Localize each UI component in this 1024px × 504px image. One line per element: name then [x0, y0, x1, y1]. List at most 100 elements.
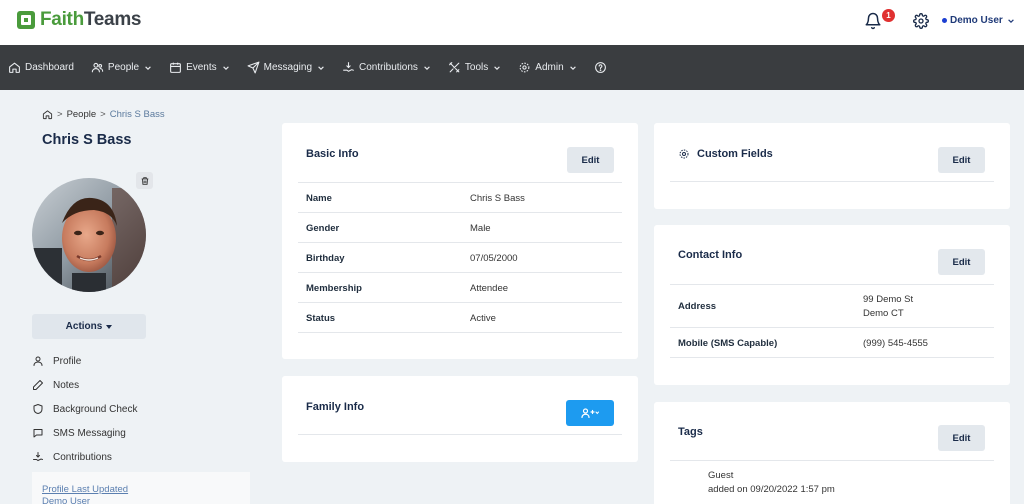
- help-icon: [594, 62, 606, 73]
- side-menu-label: Notes: [53, 379, 80, 391]
- divider: [298, 212, 622, 213]
- delete-photo-button[interactable]: [136, 172, 153, 189]
- nav-item-messaging[interactable]: Messaging: [247, 45, 325, 90]
- nav-item-people[interactable]: People: [91, 45, 152, 90]
- chevron-down-icon: [494, 65, 501, 70]
- actions-dropdown-button[interactable]: Actions: [32, 314, 146, 339]
- breadcrumb-people[interactable]: People: [67, 109, 97, 120]
- chevron-down-icon: [318, 65, 324, 70]
- top-header: FaithTeams 1 Demo User: [0, 0, 1024, 45]
- caret-down-icon: [106, 324, 113, 329]
- custom-fields-edit-button[interactable]: Edit: [938, 147, 985, 173]
- chevron-down-icon: [145, 65, 151, 70]
- gender-label: Gender: [306, 223, 340, 234]
- profile-side-menu: Profile Notes Background Check SMS Messa…: [32, 349, 138, 469]
- brand-name: FaithTeams: [40, 9, 141, 31]
- custom-fields-label: Custom Fields: [697, 148, 773, 160]
- contact-info-card: Contact Info Edit Address 99 Demo St Dem…: [654, 225, 1010, 385]
- breadcrumb: > People > Chris S Bass: [42, 109, 165, 120]
- avatar-photo: [32, 178, 146, 292]
- birthday-value: 07/05/2000: [470, 253, 518, 264]
- tools-icon: [449, 62, 460, 73]
- nav-item-contributions[interactable]: Contributions: [342, 45, 431, 90]
- chevron-down-icon: [1007, 18, 1014, 23]
- hand-coins-icon: [33, 452, 43, 462]
- nav-item-dashboard[interactable]: Dashboard: [8, 45, 74, 90]
- birthday-label: Birthday: [306, 253, 345, 264]
- divider: [670, 327, 994, 328]
- contact-info-edit-button[interactable]: Edit: [938, 249, 985, 275]
- profile-last-updated-box: Profile Last Updated Demo User: [32, 472, 250, 504]
- chevron-down-icon: [569, 65, 576, 70]
- side-menu-contributions[interactable]: Contributions: [32, 445, 138, 469]
- tags-title: Tags: [678, 426, 703, 438]
- logo-mark-icon: [17, 11, 35, 29]
- nav-item-events[interactable]: Events: [169, 45, 230, 90]
- divider: [298, 182, 622, 183]
- home-icon[interactable]: [42, 109, 53, 120]
- main-navigation: Dashboard People Events Messaging Contri…: [0, 45, 1024, 90]
- add-family-member-button[interactable]: [566, 400, 614, 426]
- settings-gear-icon[interactable]: [913, 13, 929, 29]
- divider: [670, 357, 994, 358]
- add-user-icon: [581, 408, 599, 418]
- send-icon: [247, 61, 260, 74]
- actions-label: Actions: [65, 321, 103, 332]
- brand-part1: Faith: [40, 9, 84, 30]
- side-menu-label: SMS Messaging: [53, 427, 126, 439]
- tag-added-date: added on 09/20/2022 1:57 pm: [708, 484, 835, 495]
- side-menu-label: Background Check: [53, 403, 138, 415]
- address-line2: Demo CT: [863, 308, 904, 319]
- tags-edit-button[interactable]: Edit: [938, 425, 985, 451]
- user-icon: [33, 356, 43, 366]
- side-menu-notes[interactable]: Notes: [32, 373, 138, 397]
- status-value: Active: [470, 313, 496, 324]
- side-menu-sms-messaging[interactable]: SMS Messaging: [32, 421, 138, 445]
- user-name: Demo User: [950, 15, 1003, 26]
- side-menu-background-check[interactable]: Background Check: [32, 397, 138, 421]
- faithteams-logo[interactable]: FaithTeams: [16, 9, 141, 31]
- divider: [298, 302, 622, 303]
- basic-info-card: Basic Info Edit Name Chris S Bass Gender…: [282, 123, 638, 359]
- page-title: Chris S Bass: [42, 132, 132, 148]
- basic-info-edit-button[interactable]: Edit: [567, 147, 614, 173]
- tags-card: Tags Edit Guest added on 09/20/2022 1:57…: [654, 402, 1010, 504]
- side-menu-label: Contributions: [53, 451, 112, 463]
- nav-label-contributions: Contributions: [359, 62, 418, 73]
- breadcrumb-current: Chris S Bass: [109, 109, 165, 120]
- gender-value: Male: [470, 223, 491, 234]
- nav-label-dashboard: Dashboard: [25, 62, 74, 73]
- trash-icon: [141, 176, 148, 185]
- side-menu-profile[interactable]: Profile: [32, 349, 138, 373]
- hand-coins-icon: [343, 62, 354, 72]
- custom-fields-title: Custom Fields: [678, 148, 773, 160]
- divider: [298, 434, 622, 435]
- name-value: Chris S Bass: [470, 193, 525, 204]
- profile-last-updated-link[interactable]: Profile Last Updated: [42, 484, 250, 496]
- online-status-dot: [942, 18, 947, 23]
- divider: [298, 242, 622, 243]
- divider: [670, 181, 994, 182]
- breadcrumb-separator: >: [100, 109, 106, 120]
- chevron-down-icon: [222, 65, 229, 70]
- calendar-icon: [170, 62, 181, 73]
- nav-item-help[interactable]: [594, 45, 611, 90]
- notification-badge: 1: [882, 9, 895, 22]
- shield-icon: [33, 404, 43, 414]
- user-menu[interactable]: Demo User: [942, 15, 1015, 26]
- custom-fields-card: Custom Fields Edit: [654, 123, 1010, 209]
- status-label: Status: [306, 313, 336, 324]
- nav-label-admin: Admin: [535, 62, 564, 73]
- mobile-value[interactable]: (999) 545-4555: [863, 337, 928, 350]
- bell-icon[interactable]: [864, 12, 882, 30]
- divider: [298, 272, 622, 273]
- nav-item-tools[interactable]: Tools: [448, 45, 501, 90]
- membership-value: Attendee: [470, 283, 509, 294]
- avatar[interactable]: [32, 178, 146, 292]
- divider: [298, 332, 622, 333]
- family-info-title: Family Info: [306, 401, 365, 413]
- nav-item-admin[interactable]: Admin: [518, 45, 576, 90]
- mobile-label: Mobile (SMS Capable): [678, 338, 778, 349]
- profile-updated-by-link[interactable]: Demo User: [42, 496, 250, 504]
- gear-icon: [679, 149, 689, 159]
